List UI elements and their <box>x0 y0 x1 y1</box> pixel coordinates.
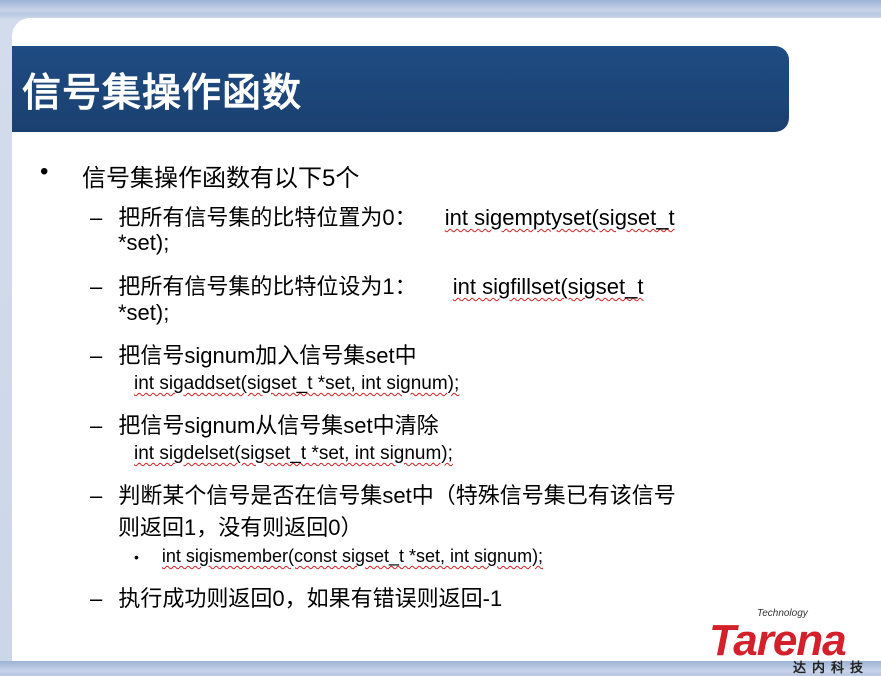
item-sigismember: – 判断某个信号是否在信号集set中（特殊信号集已有该信号 <box>90 478 676 510</box>
item-text: 把信号signum从信号集set中清除 <box>118 413 439 438</box>
dash-icon: – <box>90 205 103 230</box>
slide-content: • 信号集操作函数有以下5个 – 把所有信号集的比特位置为0： int sige… <box>12 18 881 661</box>
sub-item-sigismember: • int sigismember(const sigset_t *set, i… <box>134 546 543 567</box>
dash-icon: – <box>90 483 103 508</box>
item-code-cont: *set); <box>118 300 170 325</box>
item-return-values: – 执行成功则返回0，如果有错误则返回-1 <box>90 581 502 613</box>
item-text-cont: 则返回1，没有则返回0） <box>118 515 363 540</box>
item-text: 把所有信号集的比特位置为0： <box>118 205 417 230</box>
item-code: int sigaddset(sigset_t *set, int signum)… <box>134 373 460 394</box>
item-code-cont: *set); <box>118 230 170 255</box>
item-code: int sigemptyset(sigset_t <box>444 205 675 230</box>
dash-icon: – <box>90 413 103 438</box>
item-code: int sigismember(const sigset_t *set, int… <box>161 546 544 566</box>
item-sigemptyset: – 把所有信号集的比特位置为0： int sigemptyset(sigset_… <box>90 200 675 232</box>
bullet-main-text: 信号集操作函数有以下5个 <box>82 165 360 192</box>
dash-icon: – <box>90 586 103 611</box>
item-code: int sigfillset(sigset_t <box>452 274 644 299</box>
dash-icon: – <box>90 343 103 368</box>
tarena-logo: Technology Tarena 达内科技 <box>709 608 874 675</box>
item-code: int sigdelset(sigset_t *set, int signum)… <box>134 443 453 464</box>
item-text: 判断某个信号是否在信号集set中（特殊信号集已有该信号 <box>118 483 676 508</box>
slide: 信号集操作函数 • 信号集操作函数有以下5个 – 把所有信号集的比特位置为0： … <box>12 18 881 675</box>
item-sigaddset: – 把信号signum加入信号集set中 <box>90 338 417 370</box>
sub-bullet-icon: • <box>134 549 139 565</box>
item-text: 把信号signum加入信号集set中 <box>118 343 417 368</box>
logo-cn: 达内科技 <box>793 660 870 675</box>
item-text: 把所有信号集的比特位设为1： <box>118 274 417 299</box>
bullet-dot-icon: • <box>40 158 49 185</box>
dash-icon: – <box>90 274 103 299</box>
item-sigfillset: – 把所有信号集的比特位设为1： int sigfillset(sigset_t <box>90 269 644 301</box>
item-text: 执行成功则返回0，如果有错误则返回-1 <box>118 586 503 611</box>
item-sigdelset: – 把信号signum从信号集set中清除 <box>90 408 439 440</box>
